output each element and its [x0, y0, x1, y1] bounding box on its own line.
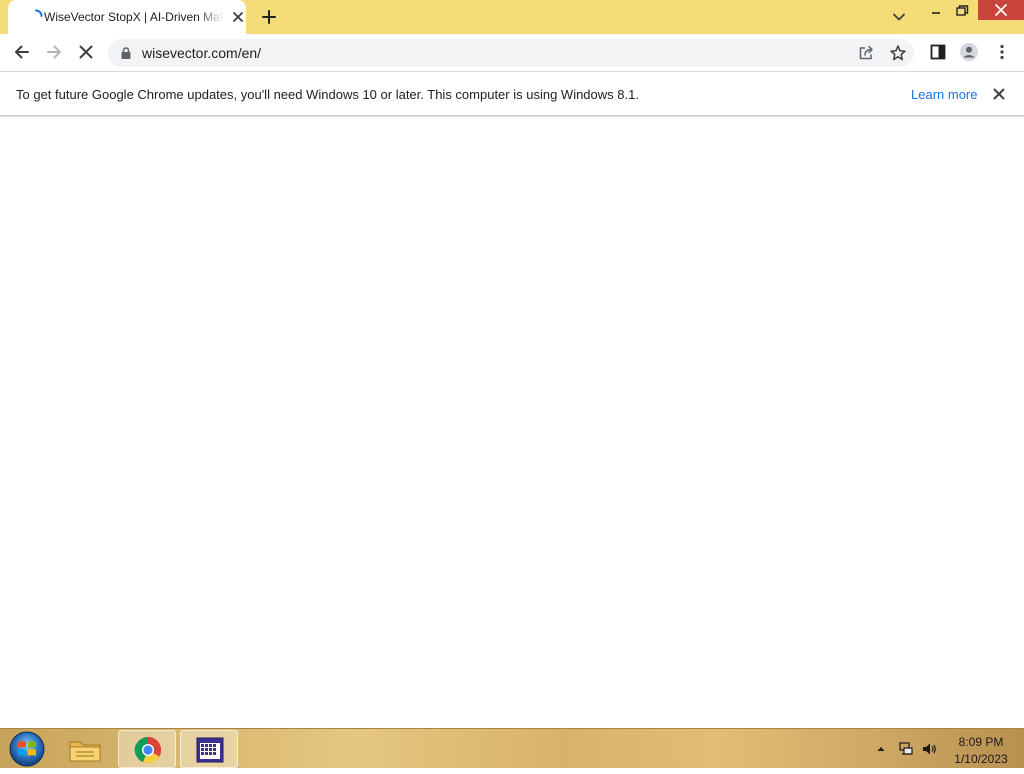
page-content [0, 117, 1024, 728]
close-icon[interactable] [992, 87, 1006, 101]
taskbar-file-explorer[interactable] [56, 730, 114, 768]
stop-loading-icon[interactable] [76, 42, 96, 62]
loading-spinner-icon [35, 9, 43, 17]
close-icon[interactable] [231, 10, 245, 24]
update-infobar: To get future Google Chrome updates, you… [0, 71, 1024, 116]
close-icon [995, 4, 1007, 16]
side-panel-icon[interactable] [928, 42, 948, 62]
back-arrow-icon[interactable] [12, 42, 32, 62]
windows-taskbar: 8:09 PM 1/10/2023 [0, 728, 1024, 768]
file-explorer-icon [69, 741, 101, 762]
profile-avatar-icon[interactable] [959, 42, 979, 62]
tab-title: WiseVector StopX | AI-Driven Malware Pro… [44, 10, 224, 24]
address-bar[interactable]: wisevector.com/en/ [108, 39, 914, 67]
start-orb-icon[interactable] [6, 730, 48, 768]
show-hidden-icons-arrow-icon[interactable] [876, 744, 886, 754]
browser-toolbar: wisevector.com/en/ [0, 34, 1024, 71]
taskbar-calendar-app[interactable] [180, 730, 238, 768]
share-icon[interactable] [857, 44, 875, 62]
lock-icon[interactable] [119, 46, 133, 60]
forward-arrow-icon[interactable] [44, 42, 64, 62]
infobar-message: To get future Google Chrome updates, you… [16, 87, 639, 102]
chevron-down-icon[interactable] [890, 8, 908, 26]
chrome-icon [134, 736, 162, 764]
clock-time[interactable]: 8:09 PM [944, 735, 1018, 749]
menu-kebab-icon[interactable] [992, 42, 1012, 62]
bookmark-star-icon[interactable] [889, 44, 907, 62]
browser-tab[interactable]: WiseVector StopX | AI-Driven Malware Pro… [8, 0, 246, 34]
network-icon[interactable] [898, 741, 914, 757]
calendar-app-icon [196, 737, 224, 763]
new-tab-icon[interactable] [260, 8, 278, 26]
volume-icon[interactable] [921, 741, 937, 757]
url-text[interactable]: wisevector.com/en/ [142, 45, 261, 61]
taskbar-chrome[interactable] [118, 730, 176, 768]
minimize-icon[interactable] [926, 2, 946, 20]
tab-strip: WiseVector StopX | AI-Driven Malware Pro… [0, 0, 1024, 34]
clock-date[interactable]: 1/10/2023 [944, 752, 1018, 766]
window-close-button[interactable] [978, 0, 1024, 20]
restore-icon[interactable] [952, 2, 972, 20]
learn-more-link[interactable]: Learn more [911, 87, 977, 102]
